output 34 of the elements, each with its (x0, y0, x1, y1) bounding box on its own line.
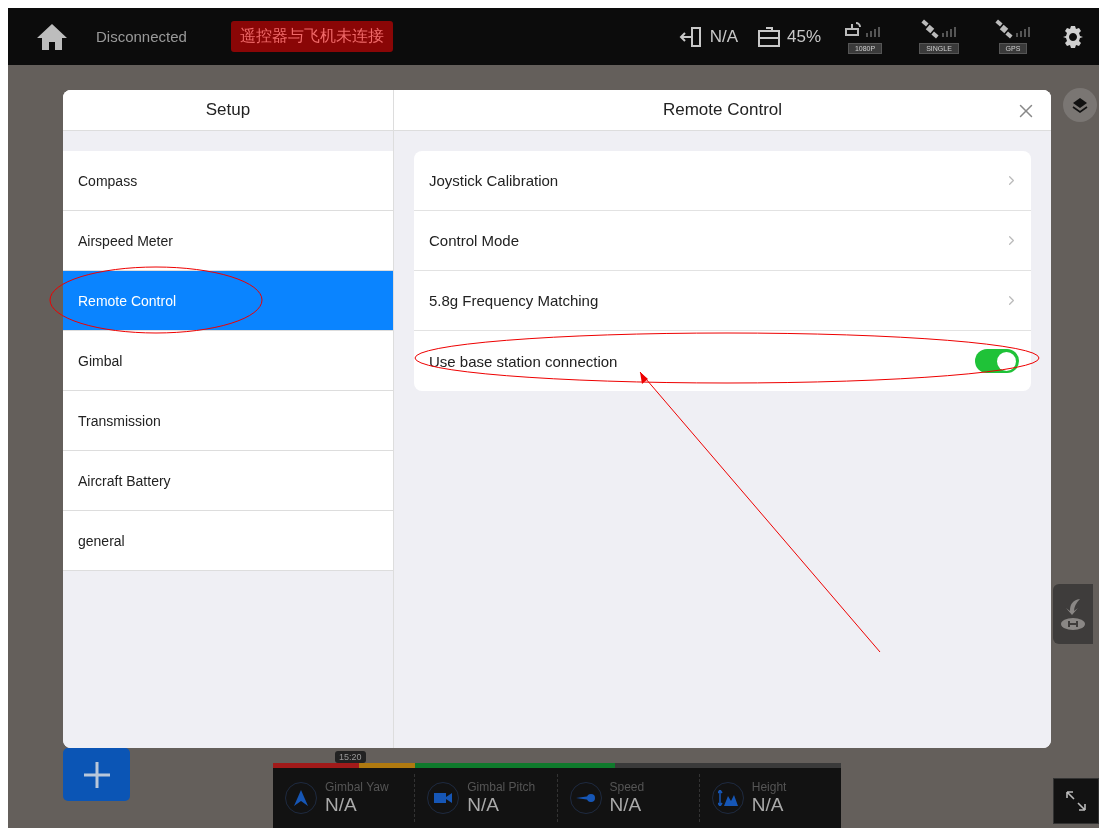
link-status: N/A (709, 26, 738, 47)
telemetry-label: Speed (609, 780, 645, 794)
battery-icon (755, 24, 782, 49)
connection-status: Disconnected (96, 28, 187, 45)
setting-label[interactable]: Control Mode (429, 232, 1004, 249)
height-chart-icon (717, 790, 738, 806)
return-home-icon (1058, 597, 1088, 631)
layers-icon (1072, 97, 1088, 113)
setting-label[interactable]: Joystick Calibration (429, 172, 1004, 189)
dialog-title: Remote Control (662, 100, 783, 120)
return-home-button[interactable] (1053, 584, 1093, 644)
alert-badge: 遥控器与飞机未连接 (230, 21, 393, 52)
setting-label[interactable]: 5.8g Frequency Matching (429, 292, 1004, 309)
toggle-switch[interactable] (975, 349, 1019, 373)
telemetry-value: N/A (325, 794, 358, 816)
menu-item[interactable]: Remote Control (63, 271, 393, 331)
setting-label: Use base station connection (429, 352, 619, 370)
telemetry-value: N/A (467, 794, 500, 816)
home-icon[interactable] (36, 22, 68, 51)
telemetry-label: Gimbal Pitch (467, 780, 536, 794)
telemetry-value: N/A (751, 794, 785, 816)
fullscreen-button[interactable] (1053, 778, 1099, 824)
layers-button[interactable] (1063, 88, 1097, 122)
telemetry-label: Gimbal Yaw (325, 780, 389, 794)
fullscreen-icon (1065, 790, 1087, 812)
sidebar-title: Setup (205, 100, 251, 120)
plus-icon (81, 759, 112, 790)
battery-level: 45% (786, 26, 821, 47)
telemetry-value: N/A (609, 794, 643, 816)
add-button[interactable] (63, 748, 130, 801)
video-camera-icon (434, 792, 453, 804)
arrow-up-icon (294, 790, 308, 806)
flight-time: 15:20 (335, 751, 366, 763)
telemetry-label: Height (751, 780, 787, 794)
